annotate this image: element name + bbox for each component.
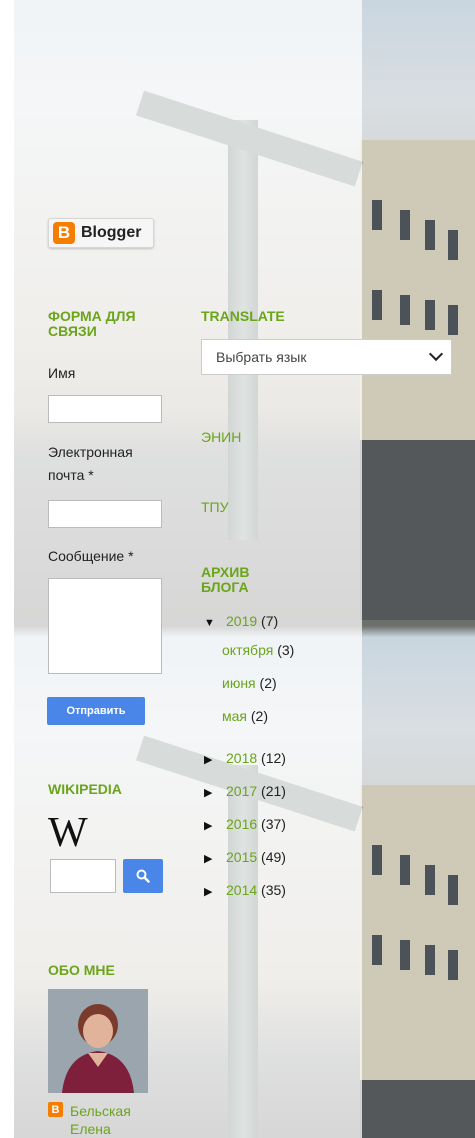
language-select-value: Выбрать язык: [216, 349, 307, 365]
archive-year-row: ▶ 2018 (12): [204, 749, 286, 769]
archive-year-link[interactable]: 2019: [226, 613, 257, 629]
collapsed-arrow-icon[interactable]: ▶: [204, 751, 226, 769]
archive-month-row: июня (2): [222, 674, 277, 692]
archive-year-link[interactable]: 2016: [226, 816, 257, 832]
contact-form-title: ФОРМА ДЛЯ СВЯЗИ: [48, 308, 136, 339]
about-title: ОБО МНЕ: [48, 962, 115, 978]
language-select[interactable]: Выбрать язык: [201, 339, 452, 375]
archive-month-row: мая (2): [222, 707, 268, 725]
email-label-line2: почта *: [48, 467, 94, 483]
submit-button[interactable]: Отправить: [47, 697, 145, 725]
archive-year-row: ▶ 2017 (21): [204, 782, 286, 802]
archive-year-link[interactable]: 2014: [226, 882, 257, 898]
profile-name-line1: Бельская: [70, 1103, 131, 1119]
chevron-down-icon: [428, 346, 444, 362]
archive-year-count: (35): [261, 882, 286, 898]
link-enin[interactable]: ЭНИН: [201, 429, 241, 445]
email-label-line1: Электронная: [48, 444, 133, 460]
collapsed-arrow-icon[interactable]: ▶: [204, 883, 226, 901]
message-textarea[interactable]: [48, 578, 162, 674]
archive-month-link[interactable]: июня: [222, 675, 256, 691]
archive-year-count: (12): [261, 750, 286, 766]
page-left-margin: [0, 0, 14, 1138]
collapsed-arrow-icon[interactable]: ▶: [204, 784, 226, 802]
profile-name-line2: Елена: [70, 1121, 111, 1137]
archive-title: АРХИВ БЛОГА: [201, 565, 249, 595]
blogger-badge[interactable]: B Blogger: [48, 218, 154, 248]
archive-year-count: (7): [261, 613, 279, 629]
archive-year-row: ▶ 2016 (37): [204, 815, 286, 835]
archive-title-line2: БЛОГА: [201, 579, 249, 595]
blogger-profile-icon: B: [48, 1102, 63, 1117]
wikipedia-title: WIKIPEDIA: [48, 781, 122, 797]
archive-month-link[interactable]: мая: [222, 708, 247, 724]
search-icon: [136, 869, 150, 883]
archive-year-2019: ▼ 2019 (7): [204, 612, 278, 632]
archive-year-count: (49): [261, 849, 286, 865]
archive-year-count: (37): [261, 816, 286, 832]
archive-year-link[interactable]: 2018: [226, 750, 257, 766]
archive-month-row: октября (3): [222, 641, 294, 659]
archive-month-link[interactable]: октября: [222, 642, 273, 658]
email-input[interactable]: [48, 500, 162, 528]
name-label: Имя: [48, 365, 76, 381]
message-label: Сообщение *: [48, 548, 134, 564]
archive-title-line1: АРХИВ: [201, 564, 250, 580]
translate-title: TRANSLATE: [201, 308, 285, 324]
archive-month-count: (2): [259, 675, 277, 691]
profile-name-link[interactable]: Бельская Елена: [70, 1102, 131, 1138]
archive-year-link[interactable]: 2015: [226, 849, 257, 865]
archive-year-link[interactable]: 2017: [226, 783, 257, 799]
blogger-badge-label: Blogger: [81, 224, 142, 241]
archive-year-count: (21): [261, 783, 286, 799]
wikipedia-search-button[interactable]: [123, 859, 163, 893]
archive-month-count: (2): [250, 708, 269, 724]
expanded-arrow-icon[interactable]: ▼: [204, 614, 226, 632]
archive-year-row: ▶ 2014 (35): [204, 881, 286, 901]
name-input[interactable]: [48, 395, 162, 423]
wikipedia-logo-icon: W: [48, 810, 88, 856]
wikipedia-search-input[interactable]: [50, 859, 116, 893]
link-tpu[interactable]: ТПУ: [201, 499, 229, 515]
archive-month-count: (3): [277, 642, 295, 658]
collapsed-arrow-icon[interactable]: ▶: [204, 817, 226, 835]
profile-avatar[interactable]: [48, 989, 148, 1093]
collapsed-arrow-icon[interactable]: ▶: [204, 850, 226, 868]
archive-year-row: ▶ 2015 (49): [204, 848, 286, 868]
blogger-logo-icon: B: [53, 222, 75, 244]
